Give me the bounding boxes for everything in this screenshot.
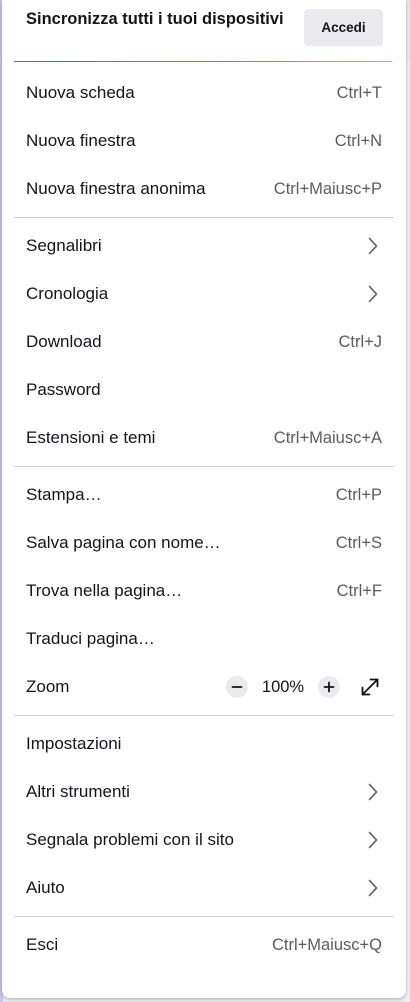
menu-item-shortcut: Ctrl+N: [334, 131, 382, 150]
menu-item-exit[interactable]: Esci Ctrl+Maiusc+Q: [2, 921, 406, 969]
menu-item-print[interactable]: Stampa… Ctrl+P: [2, 471, 406, 519]
menu-item-new-tab[interactable]: Nuova scheda Ctrl+T: [2, 69, 406, 117]
menu-item-label: Estensioni e temi: [26, 428, 156, 447]
menu-item-label: Salva pagina con nome…: [26, 533, 221, 552]
menu-item-new-window[interactable]: Nuova finestra Ctrl+N: [2, 117, 406, 165]
zoom-value[interactable]: 100%: [248, 678, 318, 697]
menu-separator: [14, 715, 394, 716]
sync-title: Sincronizza tutti i tuoi dispositivi: [26, 10, 284, 28]
app-menu-panel: Sincronizza tutti i tuoi dispositivi Acc…: [2, 0, 406, 998]
menu-item-label: Nuova finestra: [26, 131, 136, 150]
menu-item-label: Altri strumenti: [26, 782, 130, 801]
minus-icon: [231, 686, 243, 688]
menu-item-shortcut: Ctrl+P: [335, 485, 382, 504]
menu-separator: [14, 217, 394, 218]
menu-item-label: Trova nella pagina…: [26, 581, 183, 600]
plus-icon: [323, 681, 335, 693]
menu-item-label: Segnalibri: [26, 236, 102, 255]
menu-item-help[interactable]: Aiuto: [2, 864, 406, 912]
menu-item-shortcut: Ctrl+Maiusc+Q: [271, 935, 382, 954]
menu-item-label: Cronologia: [26, 284, 109, 303]
menu-item-shortcut: Ctrl+F: [336, 581, 382, 600]
menu-item-new-private-window[interactable]: Nuova finestra anonima Ctrl+Maiusc+P: [2, 165, 406, 213]
menu-item-shortcut: Ctrl+S: [335, 533, 382, 552]
menu-item-extensions-themes[interactable]: Estensioni e temi Ctrl+Maiusc+A: [2, 414, 406, 462]
sync-header: Sincronizza tutti i tuoi dispositivi Acc…: [2, 0, 406, 62]
menu-item-passwords[interactable]: Password: [2, 366, 406, 414]
menu-item-shortcut: Ctrl+J: [338, 332, 382, 351]
menu-item-zoom: Zoom 100%: [2, 663, 406, 711]
chevron-right-icon: [366, 830, 380, 850]
menu-item-label: Download: [26, 332, 102, 351]
menu-item-save-page[interactable]: Salva pagina con nome… Ctrl+S: [2, 519, 406, 567]
menu-item-report-site-issue[interactable]: Segnala problemi con il sito: [2, 816, 406, 864]
menu-item-settings[interactable]: Impostazioni: [2, 720, 406, 768]
fullscreen-expand-icon[interactable]: [358, 675, 382, 699]
signin-button[interactable]: Accedi: [304, 9, 383, 46]
menu-item-shortcut: Ctrl+Maiusc+A: [273, 428, 382, 447]
menu-item-label: Nuova finestra anonima: [26, 179, 206, 198]
chevron-right-icon: [366, 878, 380, 898]
menu-item-shortcut: Ctrl+Maiusc+P: [273, 179, 382, 198]
chevron-right-icon: [366, 236, 380, 256]
menu-item-label: Segnala problemi con il sito: [26, 830, 234, 849]
menu-item-label: Traduci pagina…: [26, 629, 155, 648]
zoom-out-button[interactable]: [226, 676, 248, 698]
zoom-in-button[interactable]: [318, 676, 340, 698]
menu-item-shortcut: Ctrl+T: [336, 83, 382, 102]
menu-item-translate-page[interactable]: Traduci pagina…: [2, 615, 406, 663]
menu-item-downloads[interactable]: Download Ctrl+J: [2, 318, 406, 366]
chevron-right-icon: [366, 284, 380, 304]
menu-separator: [14, 466, 394, 467]
menu-item-bookmarks[interactable]: Segnalibri: [2, 222, 406, 270]
menu-item-label: Stampa…: [26, 485, 102, 504]
header-divider: [14, 61, 392, 62]
menu-item-label: Aiuto: [26, 878, 65, 897]
menu-item-more-tools[interactable]: Altri strumenti: [2, 768, 406, 816]
menu-item-find-in-page[interactable]: Trova nella pagina… Ctrl+F: [2, 567, 406, 615]
menu-item-label: Nuova scheda: [26, 83, 135, 102]
menu-separator: [14, 916, 394, 917]
zoom-label: Zoom: [26, 677, 70, 696]
menu-item-label: Esci: [26, 935, 59, 954]
menu-item-history[interactable]: Cronologia: [2, 270, 406, 318]
chevron-right-icon: [366, 782, 380, 802]
zoom-controls: 100%: [226, 675, 382, 699]
menu-item-label: Impostazioni: [26, 734, 122, 753]
menu-item-label: Password: [26, 380, 101, 399]
